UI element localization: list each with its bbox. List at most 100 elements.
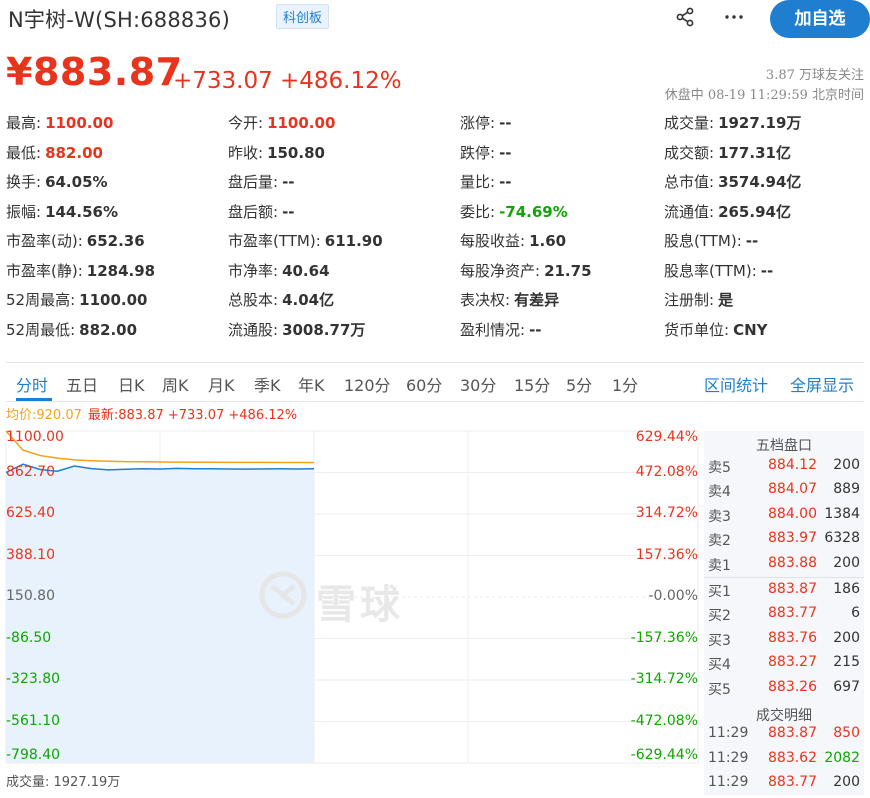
y-axis-label-right: -0.00% (648, 588, 698, 604)
stat-item: 委比: -74.69% (460, 201, 568, 222)
stat-label: 股息(TTM): (664, 232, 742, 250)
stat-item: 振幅: 144.56% (6, 201, 118, 222)
trade-time: 11:29 (708, 749, 749, 766)
tab-period[interactable]: 15分 (514, 372, 550, 396)
volume-label: 成交量: 1927.19万 (6, 775, 121, 790)
tab-period[interactable]: 120分 (344, 372, 391, 396)
stat-label: 振幅: (6, 202, 42, 221)
ask-row: 卖3 884.00 1384 (704, 506, 864, 530)
stat-item: 总股本: 4.04亿 (228, 289, 334, 310)
stat-item: 换手: 64.05% (6, 171, 108, 192)
more-icon[interactable] (723, 6, 745, 28)
stat-label: 量比: (460, 173, 496, 191)
tab-period[interactable]: 1分 (612, 372, 638, 396)
stat-value: 150.80 (267, 143, 325, 162)
y-axis-label-left: 388.10 (6, 546, 55, 563)
stat-item: 最高: 1100.00 (6, 112, 113, 133)
trade-row: 11:29 883.87 850 (704, 725, 864, 749)
stat-label: 每股收益: (460, 232, 526, 250)
ask-row: 卖5 884.12 200 (704, 457, 864, 481)
order-volume: 215 (833, 654, 860, 671)
tab-period[interactable]: 分时 (16, 372, 48, 396)
y-axis-label-right: 629.44% (635, 429, 698, 445)
stat-label: 成交额: (664, 143, 715, 162)
order-level-label: 卖5 (708, 460, 731, 476)
market-status: 休盘中 08-19 11:29:59 北京时间 (664, 88, 864, 103)
order-price: 883.76 (768, 629, 817, 646)
latest-price: 最新:883.87 +733.07 +486.12% (87, 408, 298, 423)
stat-label: 盘后量: (228, 173, 279, 191)
stat-value: -74.69% (499, 202, 568, 221)
tab-period[interactable]: 5分 (566, 372, 592, 396)
order-level-label: 买2 (708, 608, 731, 625)
bid-row: 买2 883.77 6 (704, 605, 864, 629)
y-axis-label-right: -472.08% (630, 712, 698, 729)
tab-period[interactable]: 五日 (66, 372, 98, 396)
fullscreen-link[interactable]: 全屏显示 (790, 372, 854, 396)
order-volume: 6 (851, 605, 860, 622)
y-axis-label-left: -561.10 (6, 712, 61, 729)
order-volume: 200 (833, 457, 860, 473)
chart-info: 均价:920.07 最新:883.87 +733.07 +486.12% (6, 404, 297, 423)
stat-item: 注册制: 是 (664, 289, 733, 310)
stat-value: 882.00 (45, 143, 103, 162)
order-volume: 186 (833, 581, 860, 597)
add-to-watchlist-button[interactable]: 加自选 (770, 0, 870, 38)
stat-value: 21.75 (544, 261, 592, 280)
order-volume: 200 (833, 629, 860, 646)
trade-row: 11:29 883.62 2082 (704, 750, 864, 774)
tab-period[interactable]: 60分 (406, 372, 442, 396)
trades-title: 成交明细 (756, 708, 812, 724)
stat-item: 成交量: 1927.19万 (664, 112, 801, 133)
stat-label: 盘后额: (228, 202, 279, 221)
order-price: 883.88 (768, 554, 817, 571)
trade-time: 11:29 (708, 774, 749, 790)
stat-value: 有差异 (514, 291, 560, 309)
tab-period[interactable]: 日K (118, 372, 145, 396)
stat-value: -- (282, 173, 295, 191)
stat-value: 1.60 (529, 232, 567, 250)
order-price: 884.00 (768, 505, 817, 522)
order-price: 883.27 (768, 654, 817, 671)
tab-period[interactable]: 年K (298, 372, 325, 396)
followers-count: 3.87 万球友关注 (765, 68, 864, 83)
stat-value: 1927.19万 (718, 114, 802, 132)
stat-value: 64.05% (45, 173, 108, 191)
order-level-label: 卖1 (708, 557, 731, 574)
ask-row: 卖4 884.07 889 (704, 481, 864, 505)
stat-item: 表决权: 有差异 (460, 289, 559, 310)
stat-label: 注册制: (664, 291, 715, 309)
order-volume: 889 (833, 481, 860, 498)
stat-value: -- (282, 202, 295, 221)
stat-item: 流通股: 3008.77万 (228, 319, 365, 340)
order-level-label: 买1 (708, 584, 731, 600)
stat-value: -- (529, 320, 542, 339)
tab-period[interactable]: 季K (254, 372, 281, 396)
order-level-label: 卖4 (708, 484, 731, 501)
stat-item: 总市值: 3574.94亿 (664, 171, 801, 192)
active-tab-indicator (16, 398, 52, 401)
bid-row: 买5 883.26 697 (704, 679, 864, 703)
current-price: ¥883.87 (6, 50, 183, 94)
trade-price: 883.87 (768, 725, 817, 741)
stat-value: 1100.00 (45, 114, 114, 132)
stat-label: 52周最高: (6, 291, 76, 309)
stat-item: 股息(TTM): -- (664, 230, 758, 251)
share-icon[interactable] (674, 6, 696, 28)
tab-period[interactable]: 30分 (460, 372, 496, 396)
range-stats-link[interactable]: 区间统计 (704, 372, 768, 396)
tab-period[interactable]: 月K (208, 372, 235, 396)
order-level-label: 买5 (708, 681, 731, 698)
stat-label: 每股净资产: (460, 261, 541, 280)
market-badge[interactable]: 科创板 (276, 4, 330, 29)
tab-period[interactable]: 周K (162, 372, 189, 396)
stat-label: 盈利情况: (460, 320, 526, 339)
order-level-label: 卖3 (708, 508, 731, 525)
y-axis-label-left: -86.50 (6, 629, 52, 646)
stat-value: 265.94亿 (718, 202, 791, 221)
stat-item: 货币单位: CNY (664, 319, 768, 340)
bid-row: 买4 883.27 215 (704, 654, 864, 678)
y-axis-label-right: -157.36% (630, 629, 698, 646)
stat-item: 市净率: 40.64 (228, 260, 330, 281)
stat-value: -- (499, 143, 512, 162)
